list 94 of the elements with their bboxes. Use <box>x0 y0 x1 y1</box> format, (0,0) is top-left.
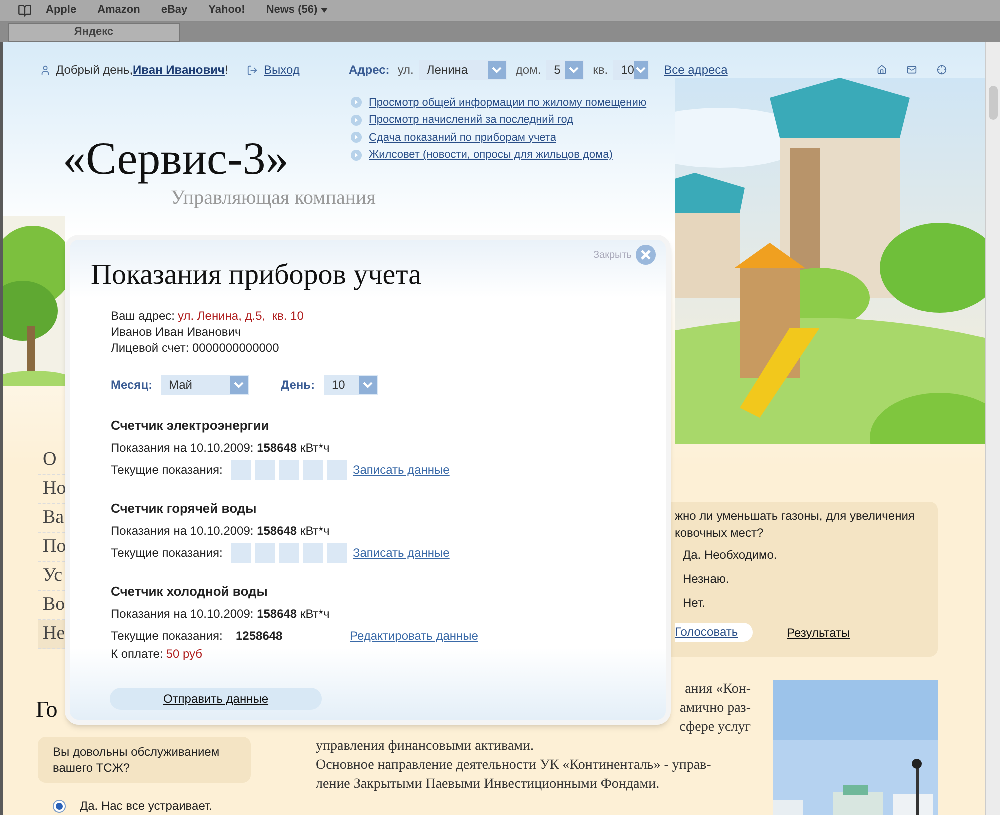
scrollbar[interactable] <box>985 42 1000 815</box>
current-reading-label: Текущие показания: <box>111 462 224 478</box>
bullet-icon <box>351 150 362 161</box>
radio-button[interactable] <box>53 800 66 812</box>
payment-label: К оплате: <box>111 646 164 662</box>
caret-icon <box>359 376 377 394</box>
user-link[interactable]: Иван Иванович <box>133 61 225 79</box>
save-link[interactable]: Записать данные <box>353 545 450 561</box>
bullet-icon <box>351 114 362 126</box>
article-text: ление Закрытыми Паевыми Инвестиционными Фондами. <box>316 776 661 794</box>
side-menu-item[interactable]: Не <box>38 620 65 649</box>
nav-link[interactable]: Жилсовет (новости, опросы для жильцов дома) <box>369 147 613 164</box>
logout-link[interactable]: Выход <box>264 61 300 79</box>
home-icon[interactable] <box>877 65 887 75</box>
poll-question: Вы довольны обслуживанием вашего ТСЖ? <box>38 737 251 783</box>
browser-tab[interactable]: Яндекс <box>8 23 180 42</box>
radio-label: Да. Нас все устраивает. <box>80 798 212 815</box>
day-label: День: <box>281 377 316 393</box>
mail-icon[interactable] <box>907 65 917 75</box>
digit-field[interactable] <box>303 460 323 480</box>
poll-option: Да. Необходимо. <box>683 547 938 564</box>
bookmark-link[interactable]: eBay <box>161 2 188 19</box>
bookmark-link[interactable]: Amazon <box>98 2 140 19</box>
greeting-end: ! <box>224 62 228 79</box>
article-text: управления финансовыми активами. <box>316 738 536 756</box>
bullet-icon <box>351 132 362 144</box>
current-reading-label: Текущие показания: <box>111 628 224 644</box>
flat-select[interactable]: 10 <box>613 60 650 80</box>
house-select[interactable]: 5 <box>546 60 584 80</box>
poll-option: Нет. <box>683 595 938 612</box>
article-text: сфере услуг <box>678 719 752 737</box>
digit-field[interactable] <box>231 543 251 563</box>
month-select[interactable]: Май <box>161 375 249 395</box>
poll-option: Незнаю. <box>683 571 938 588</box>
user-icon <box>40 64 51 76</box>
submit-button[interactable]: Отправить данные <box>110 688 322 710</box>
meter-title: Счетчик горячей воды <box>111 501 258 517</box>
owner-name: Иванов Иван Иванович <box>111 324 242 340</box>
logo-title: «Сервис-3» <box>63 134 290 184</box>
save-link[interactable]: Записать данные <box>353 462 450 478</box>
account-number: Лицевой счет: 0000000000000 <box>111 340 280 356</box>
greeting-text: Добрый день, <box>56 62 134 79</box>
all-addresses-link[interactable]: Все адреса <box>664 61 728 79</box>
caret-icon <box>565 61 584 79</box>
address-value: ул. Ленина, д.5, кв. 10 <box>178 308 304 324</box>
current-reading-label: Текущие показания: <box>111 545 224 561</box>
bookmarks-icon[interactable] <box>18 4 32 18</box>
vote-button[interactable]: Голосовать <box>675 623 753 642</box>
caret-icon <box>230 376 248 394</box>
previous-reading: Показания на 10.10.2009: 158648 кВт*ч <box>111 606 331 622</box>
street-select[interactable]: Ленина <box>418 60 507 80</box>
edit-link[interactable]: Редактировать данные <box>350 628 478 644</box>
bookmark-link[interactable]: Apple <box>46 2 77 19</box>
bookmark-link[interactable]: Yahoo! <box>208 2 246 19</box>
digit-field[interactable] <box>327 460 347 480</box>
poll-question: жно ли уменьшать газоны, для увеличения <box>675 508 916 525</box>
previous-reading: Показания на 10.10.2009: 158648 кВт*ч <box>111 440 331 456</box>
caret-icon <box>488 61 506 79</box>
bullet-icon <box>351 97 362 108</box>
nav-link[interactable]: Сдача показаний по приборам учета <box>369 130 556 146</box>
caret-icon <box>320 8 328 13</box>
section-heading: Го <box>36 696 58 724</box>
previous-reading: Показания на 10.10.2009: 158648 кВт*ч <box>111 523 331 539</box>
address-label: Ваш адрес: <box>111 308 175 324</box>
flat-label: кв. <box>593 62 608 79</box>
digit-field[interactable] <box>303 543 323 563</box>
digit-field[interactable] <box>279 543 299 563</box>
meter-title: Счетчик электроэнергии <box>111 418 270 434</box>
results-link[interactable]: Результаты <box>787 624 850 642</box>
month-label: Месяц: <box>111 377 154 393</box>
digit-field[interactable] <box>327 543 347 563</box>
logo-subtitle: Управляющая компания <box>171 186 376 210</box>
digit-field[interactable] <box>255 460 275 480</box>
nav-link[interactable]: Просмотр общей информации по жилому помещению <box>369 94 647 111</box>
current-reading-value: 1258648 <box>236 628 284 644</box>
address-label: Адрес: <box>349 62 390 79</box>
logout-icon <box>247 64 258 76</box>
bookmark-link[interactable]: News (56) <box>266 2 328 19</box>
digit-field[interactable] <box>279 460 299 480</box>
nav-link[interactable]: Просмотр начислений за последний год <box>369 112 574 128</box>
article-text: Основное направление деятельности УК «Континенталь» - управ- <box>316 757 712 775</box>
digit-field[interactable] <box>231 460 251 480</box>
day-select[interactable]: 10 <box>324 375 378 395</box>
poll-question: ковочных мест? <box>675 525 765 542</box>
payment-amount: 50 руб <box>166 646 203 662</box>
digit-field[interactable] <box>255 543 275 563</box>
article-text: амично раз- <box>678 700 752 718</box>
dialog-title: Показания приборов учета <box>91 259 423 291</box>
caret-icon <box>634 61 648 79</box>
house-label: дом. <box>516 62 542 79</box>
close-icon <box>636 245 656 265</box>
article-text: ания «Кон- <box>684 681 752 699</box>
meter-title: Счетчик холодной воды <box>111 584 269 600</box>
street-label: ул. <box>398 62 414 79</box>
